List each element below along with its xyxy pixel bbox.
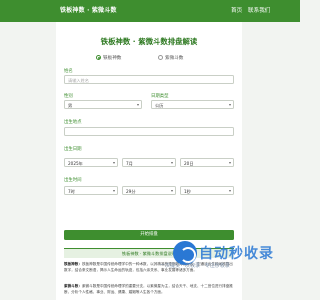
mode-label-ziwei[interactable]: 紫微斗数 [165, 55, 183, 61]
birth-month-select[interactable]: 7月 ▾ [122, 158, 176, 167]
chevron-down-icon: ▾ [228, 102, 231, 108]
mode-radio-ziwei[interactable] [158, 55, 163, 60]
birth-year-value: 2025年 [68, 161, 83, 166]
chevron-down-icon: ▾ [170, 188, 173, 194]
birthplace-label: 出生地点 [64, 120, 82, 125]
name-input[interactable]: 请输入姓名 [64, 75, 234, 84]
birth-year-select[interactable]: 2025年 ▾ [64, 158, 118, 167]
calendar-type-value: 公历 [155, 103, 164, 108]
chevron-down-icon: ▾ [228, 160, 231, 166]
birth-day-value: 20日 [184, 161, 194, 166]
birth-month-value: 7月 [126, 161, 133, 166]
birth-second-value: 1秒 [184, 189, 191, 194]
gender-select[interactable]: 男 ▾ [64, 100, 142, 109]
chevron-down-icon: ▾ [112, 188, 115, 194]
gender-label: 性别 [64, 94, 73, 99]
top-navbar: 铁板神数 · 紫微斗数 首页 联系我们 [0, 0, 300, 22]
birth-minute-value: 29分 [126, 189, 136, 194]
nav-contact-link[interactable]: 联系我们 [248, 6, 270, 14]
info-text-ziwei: 紫微斗数是中国传统命理学的重要分支，以紫微星为主，结合天干、地支、十二宫位进行排… [64, 284, 233, 294]
birth-second-select[interactable]: 1秒 ▾ [180, 186, 234, 195]
submit-button[interactable]: 开始排盘 [64, 230, 234, 240]
birthtime-label: 出生时间 [64, 178, 82, 183]
gender-value: 男 [68, 103, 73, 108]
calendar-type-select[interactable]: 公历 ▾ [151, 100, 234, 109]
nav-home-link[interactable]: 首页 [231, 6, 242, 14]
watermark-title: 自动秒收录 [199, 246, 274, 262]
chevron-down-icon: ▾ [136, 102, 139, 108]
birth-day-select[interactable]: 20日 ▾ [180, 158, 234, 167]
info-paragraph-ziwei: 紫微斗数：紫微斗数是中国传统命理学的重要分支，以紫微星为主，结合天干、地支、十二… [64, 284, 236, 295]
chevron-down-icon: ▾ [112, 160, 115, 166]
birth-hour-select[interactable]: 7时 ▾ [64, 186, 118, 195]
info-term-ziwei: 紫微斗数： [64, 284, 82, 288]
chevron-down-icon: ▾ [170, 160, 173, 166]
birth-minute-select[interactable]: 29分 ▾ [122, 186, 176, 195]
watermark-subtitle: 一次提交一次收录 · 专注秒收录 [160, 263, 230, 269]
site-brand[interactable]: 铁板神数 · 紫微斗数 [60, 5, 117, 14]
mode-label-tieban[interactable]: 铁板神数 [103, 55, 121, 61]
birthplace-input[interactable] [64, 127, 234, 136]
birth-hour-value: 7时 [68, 189, 75, 194]
chevron-down-icon: ▾ [228, 188, 231, 194]
name-label: 姓名 [64, 69, 73, 74]
page-title: 铁板神数 · 紫微斗数排盘解读 [100, 37, 198, 46]
birthdate-label: 出生日期 [64, 147, 82, 152]
calendar-type-label: 日期类型 [151, 94, 169, 99]
mode-radio-tieban[interactable] [96, 55, 101, 60]
info-term-tieban: 铁板神数： [64, 262, 82, 266]
